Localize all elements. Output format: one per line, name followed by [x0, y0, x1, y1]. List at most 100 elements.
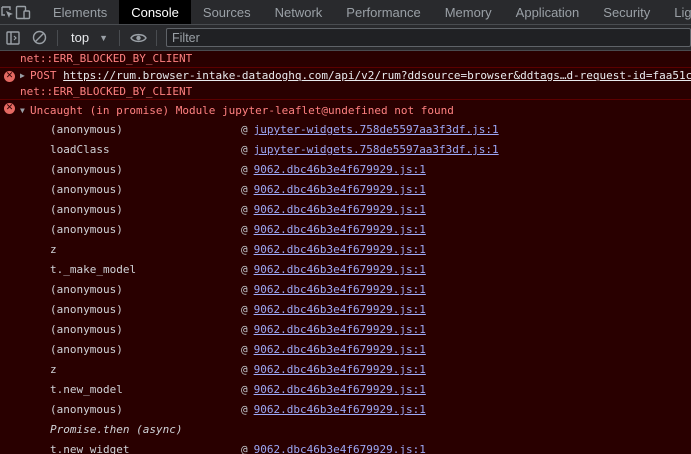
stack-frame: (anonymous) @ 9062.dbc46b3e4f679929.js:1 — [20, 220, 691, 240]
toolbar-divider — [156, 29, 157, 46]
expand-triangle-icon[interactable]: ▶ — [20, 68, 30, 84]
frame-at: @ — [241, 223, 248, 236]
frame-function: t.new_model — [50, 383, 123, 396]
frame-at: @ — [241, 403, 248, 416]
frame-function: (anonymous) — [50, 283, 123, 296]
tab-console[interactable]: Console — [119, 0, 191, 24]
frame-function: z — [50, 243, 57, 256]
expand-triangle-icon[interactable]: ▼ — [20, 102, 30, 120]
frame-function: (anonymous) — [50, 223, 123, 236]
frame-at: @ — [241, 383, 248, 396]
clear-console-icon[interactable] — [26, 25, 52, 50]
frame-function: (anonymous) — [50, 183, 123, 196]
frame-function: z — [50, 363, 57, 376]
frame-function: loadClass — [50, 143, 110, 156]
tab-application[interactable]: Application — [504, 0, 592, 24]
frame-at: @ — [241, 123, 248, 136]
stack-frame: (anonymous) @ 9062.dbc46b3e4f679929.js:1 — [20, 160, 691, 180]
stack-frame: (anonymous) @ jupyter-widgets.758de5597a… — [20, 120, 691, 140]
stack-frame: (anonymous) @ 9062.dbc46b3e4f679929.js:1 — [20, 200, 691, 220]
tab-lighthouse[interactable]: Lig — [662, 0, 691, 24]
dropdown-arrow-icon: ▼ — [99, 32, 108, 43]
device-toolbar-icon[interactable] — [15, 0, 31, 24]
tab-network[interactable]: Network — [263, 0, 335, 24]
stack-frame: z @ 9062.dbc46b3e4f679929.js:1 — [20, 360, 691, 380]
frame-function: (anonymous) — [50, 403, 123, 416]
frame-source-link[interactable]: 9062.dbc46b3e4f679929.js:1 — [254, 340, 426, 360]
frame-at: @ — [241, 363, 248, 376]
frame-source-link[interactable]: 9062.dbc46b3e4f679929.js:1 — [254, 300, 426, 320]
console-message-uncaught-error: ✕ ▼ Uncaught (in promise) Module jupyter-… — [0, 99, 691, 454]
frame-at: @ — [241, 263, 248, 276]
context-selector-value: top — [71, 30, 90, 45]
frame-source-link[interactable]: 9062.dbc46b3e4f679929.js:1 — [254, 440, 426, 454]
frame-source-link[interactable]: jupyter-widgets.758de5597aa3f3df.js:1 — [254, 120, 499, 140]
frame-source-link[interactable]: 9062.dbc46b3e4f679929.js:1 — [254, 200, 426, 220]
frame-at: @ — [241, 163, 248, 176]
frame-function: (anonymous) — [50, 343, 123, 356]
sidebar-toggle-icon[interactable] — [0, 25, 26, 50]
live-expression-eye-icon[interactable] — [125, 25, 151, 50]
frame-source-link[interactable]: 9062.dbc46b3e4f679929.js:1 — [254, 160, 426, 180]
async-boundary-label: Promise.then (async) — [50, 423, 183, 436]
frame-source-link[interactable]: 9062.dbc46b3e4f679929.js:1 — [254, 320, 426, 340]
error-message-line[interactable]: ▼ Uncaught (in promise) Module jupyter-le… — [20, 100, 691, 120]
request-url-link[interactable]: https://rum.browser-intake-datadoghq.com… — [63, 69, 691, 82]
frame-source-link[interactable]: 9062.dbc46b3e4f679929.js:1 — [254, 260, 426, 280]
error-message-text: Uncaught (in promise) Module jupyter-lea… — [30, 104, 454, 117]
console-messages: net::ERR_BLOCKED_BY_CLIENT ✕ ▶ POST https… — [0, 51, 691, 454]
tab-sources[interactable]: Sources — [191, 0, 263, 24]
frame-function: t.new_widget — [50, 443, 130, 454]
filter-input[interactable] — [166, 28, 691, 47]
frame-at: @ — [241, 203, 248, 216]
stack-frame: z @ 9062.dbc46b3e4f679929.js:1 — [20, 240, 691, 260]
network-request-line: ▶ POST https://rum.browser-intake-datadog… — [20, 68, 691, 84]
frame-at: @ — [241, 243, 248, 256]
frame-function: (anonymous) — [50, 303, 123, 316]
frame-function: (anonymous) — [50, 123, 123, 136]
console-toolbar: top ▼ — [0, 25, 691, 51]
request-method: POST — [30, 69, 57, 82]
frame-at: @ — [241, 303, 248, 316]
context-selector[interactable]: top ▼ — [63, 30, 114, 45]
frame-at: @ — [241, 283, 248, 296]
frame-function: t._make_model — [50, 263, 137, 276]
frame-source-link[interactable]: 9062.dbc46b3e4f679929.js:1 — [254, 240, 426, 260]
toolbar-divider — [57, 29, 58, 46]
stack-frame: t.new_model @ 9062.dbc46b3e4f679929.js:1 — [20, 380, 691, 400]
tab-elements[interactable]: Elements — [41, 0, 119, 24]
frame-source-link[interactable]: 9062.dbc46b3e4f679929.js:1 — [254, 180, 426, 200]
error-icon: ✕ — [4, 103, 15, 114]
devtools-tabbar: Elements Console Sources Network Perform… — [0, 0, 691, 25]
stack-frame: (anonymous) @ 9062.dbc46b3e4f679929.js:1 — [20, 280, 691, 300]
console-error-text: net::ERR_BLOCKED_BY_CLIENT — [20, 52, 193, 65]
frame-source-link[interactable]: 9062.dbc46b3e4f679929.js:1 — [254, 360, 426, 380]
frame-function: (anonymous) — [50, 323, 123, 336]
frame-source-link[interactable]: 9062.dbc46b3e4f679929.js:1 — [254, 400, 426, 420]
tab-memory[interactable]: Memory — [433, 0, 504, 24]
inspect-element-icon[interactable] — [0, 0, 15, 24]
frame-at: @ — [241, 343, 248, 356]
frame-source-link[interactable]: jupyter-widgets.758de5597aa3f3df.js:1 — [254, 140, 499, 160]
stack-frame: (anonymous) @ 9062.dbc46b3e4f679929.js:1 — [20, 320, 691, 340]
toolbar-divider — [119, 29, 120, 46]
stack-frame: loadClass @ jupyter-widgets.758de5597aa3… — [20, 140, 691, 160]
frame-at: @ — [241, 143, 248, 156]
frame-at: @ — [241, 323, 248, 336]
frame-source-link[interactable]: 9062.dbc46b3e4f679929.js:1 — [254, 380, 426, 400]
stack-frame: (anonymous) @ 9062.dbc46b3e4f679929.js:1 — [20, 400, 691, 420]
stack-trace: (anonymous) @ jupyter-widgets.758de5597a… — [20, 120, 691, 454]
frame-source-link[interactable]: 9062.dbc46b3e4f679929.js:1 — [254, 220, 426, 240]
frame-at: @ — [241, 443, 248, 454]
stack-frame: t._make_model @ 9062.dbc46b3e4f679929.js… — [20, 260, 691, 280]
stack-frame: t.new_widget @ 9062.dbc46b3e4f679929.js:… — [20, 440, 691, 454]
tab-security[interactable]: Security — [591, 0, 662, 24]
frame-function: (anonymous) — [50, 163, 123, 176]
stack-frame: (anonymous) @ 9062.dbc46b3e4f679929.js:1 — [20, 180, 691, 200]
frame-at: @ — [241, 183, 248, 196]
error-icon: ✕ — [4, 71, 15, 82]
stack-frame: (anonymous) @ 9062.dbc46b3e4f679929.js:1 — [20, 300, 691, 320]
frame-function: (anonymous) — [50, 203, 123, 216]
frame-source-link[interactable]: 9062.dbc46b3e4f679929.js:1 — [254, 280, 426, 300]
tab-performance[interactable]: Performance — [334, 0, 432, 24]
